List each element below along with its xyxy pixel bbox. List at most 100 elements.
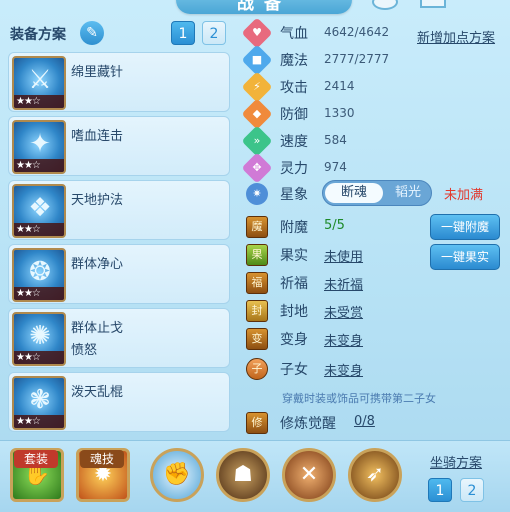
toggle-option-duanhun[interactable]: 断魂 (325, 183, 383, 203)
fruit-icon: 果 (246, 244, 268, 266)
skill-card[interactable]: ✺ ★★☆ 群体止戈 愤怒 (8, 308, 230, 368)
purify-icon: ❂ (29, 257, 51, 287)
attack-icon: ⚡ (241, 71, 273, 103)
skill-card[interactable]: ❖ ★★☆ 天地护法 (8, 180, 230, 240)
skill-name: 绵里藏针 (71, 65, 124, 80)
cultivate-icon: 修 (246, 412, 268, 434)
stat-label: 魔法 (280, 53, 308, 69)
star-sign-status: 未加满 (444, 188, 484, 203)
mount-skill-3[interactable]: ✕ (282, 448, 336, 502)
edit-plan-button[interactable]: ✎ (80, 21, 104, 45)
skill-name: 群体净心 (71, 257, 124, 272)
eye-icon[interactable] (372, 0, 398, 10)
skill-stars: ★★☆ (14, 351, 64, 364)
skill-icon: ✦ ★★☆ (12, 120, 66, 174)
transform-icon: 变 (246, 328, 268, 350)
mount-plan-2-button[interactable]: 2 (460, 478, 484, 502)
stat-label: 防御 (280, 107, 308, 123)
mount-skill-1[interactable]: ✊ (150, 448, 204, 502)
children-icon: 子 (246, 358, 268, 380)
add-point-plan-button[interactable]: 新增加点方案 (417, 27, 495, 46)
extra-label: 附魔 (280, 220, 308, 236)
skill-icon: ❃ ★★☆ (12, 376, 66, 430)
extra-label: 果实 (280, 248, 308, 264)
enchant-icon: 魔 (246, 216, 268, 238)
stat-value: 4642/4642 (324, 25, 390, 39)
stat-label: 速度 (280, 134, 308, 150)
extra-label: 子女 (280, 362, 308, 378)
children-hint: 穿戴时装或饰品可携带第二子女 (282, 392, 436, 405)
extra-value[interactable]: 未变身 (324, 360, 363, 379)
suit-tag: 套装 (14, 450, 58, 468)
skill-stars: ★★☆ (14, 95, 64, 108)
one-click-fruit-button[interactable]: 一键果实 (430, 244, 500, 270)
extra-value[interactable]: 未变身 (324, 330, 363, 349)
skill-name: 泼天乱棍 (71, 385, 124, 400)
warrior-icon: ☗ (233, 462, 253, 487)
skill-icon: ✺ ★★☆ (12, 312, 66, 366)
mount-plan-1-button[interactable]: 1 (428, 478, 452, 502)
staff-icon: ❃ (29, 385, 51, 415)
soul-skill-tag: 魂技 (80, 450, 124, 468)
stat-value: 1330 (324, 106, 355, 120)
halt-icon: ✺ (29, 321, 51, 351)
skill-name: 群体止戈 (71, 321, 124, 336)
extra-label: 封地 (280, 304, 308, 320)
blessing-icon: 福 (246, 272, 268, 294)
leap-icon: ➶ (365, 462, 385, 487)
stat-label: 星象 (280, 187, 308, 203)
extra-label: 变身 (280, 332, 308, 348)
edit-icon[interactable] (420, 0, 446, 8)
stat-label: 气血 (280, 26, 308, 42)
extra-value[interactable]: 未使用 (324, 246, 363, 265)
skill-card[interactable]: ❂ ★★☆ 群体净心 (8, 244, 230, 304)
heart-icon: ♥ (241, 17, 273, 49)
toggle-option-taoguang[interactable]: 韬光 (385, 183, 431, 203)
extra-label: 祈福 (280, 276, 308, 292)
mana-icon: ■ (241, 44, 273, 76)
star-sign-icon: ✷ (246, 183, 268, 205)
skill-icon: ⚔ ★★☆ (12, 56, 66, 110)
equip-plan-1-button[interactable]: 1 (171, 21, 195, 45)
guardian-icon: ❖ (28, 193, 52, 223)
stat-value: 974 (324, 160, 347, 174)
needle-icon: ⚔ (28, 65, 52, 95)
one-click-enchant-button[interactable]: 一键附魔 (430, 214, 500, 240)
extra-value[interactable]: 未祈福 (324, 274, 363, 293)
page-title: 战备 (176, 0, 352, 14)
cultivate-value[interactable]: 0/8 (354, 414, 375, 429)
extra-value[interactable]: 未受赏 (324, 302, 363, 321)
spirit-icon: ✥ (241, 152, 273, 184)
equip-plan-title: 装备方案 (10, 27, 66, 43)
stat-value: 2414 (324, 79, 355, 93)
cultivate-label: 修炼觉醒 (280, 416, 336, 432)
speed-icon: » (241, 125, 273, 157)
fist-icon: ✊ (163, 462, 191, 487)
pencil-icon: ✎ (86, 25, 98, 41)
skill-name: 嗜血连击 (71, 129, 124, 144)
fief-icon: 封 (246, 300, 268, 322)
skill-icon: ❖ ★★☆ (12, 184, 66, 238)
skill-name: 天地护法 (71, 193, 124, 208)
extra-value: 5/5 (324, 218, 345, 233)
stat-label: 灵力 (280, 161, 308, 177)
stat-label: 攻击 (280, 80, 308, 96)
skill-card[interactable]: ❃ ★★☆ 泼天乱棍 (8, 372, 230, 432)
skill-stars: ★★☆ (14, 287, 64, 300)
skill-stars: ★★☆ (14, 223, 64, 236)
mount-skill-2[interactable]: ☗ (216, 448, 270, 502)
stat-value: 2777/2777 (324, 52, 390, 66)
shield-icon: ◆ (241, 98, 273, 130)
slash-icon: ✕ (299, 462, 319, 487)
skill-card[interactable]: ✦ ★★☆ 嗜血连击 (8, 116, 230, 176)
star-sign-toggle[interactable]: 断魂 韬光 (322, 180, 432, 206)
stat-value: 584 (324, 133, 347, 147)
skill-cost: 愤怒 (71, 343, 98, 358)
skill-icon: ❂ ★★☆ (12, 248, 66, 302)
mount-plan-label[interactable]: 坐骑方案 (430, 452, 482, 471)
skill-stars: ★★☆ (14, 415, 64, 428)
skill-card[interactable]: ⚔ ★★☆ 绵里藏针 (8, 52, 230, 112)
equip-plan-2-button[interactable]: 2 (202, 21, 226, 45)
combo-icon: ✦ (29, 129, 51, 159)
mount-skill-4[interactable]: ➶ (348, 448, 402, 502)
